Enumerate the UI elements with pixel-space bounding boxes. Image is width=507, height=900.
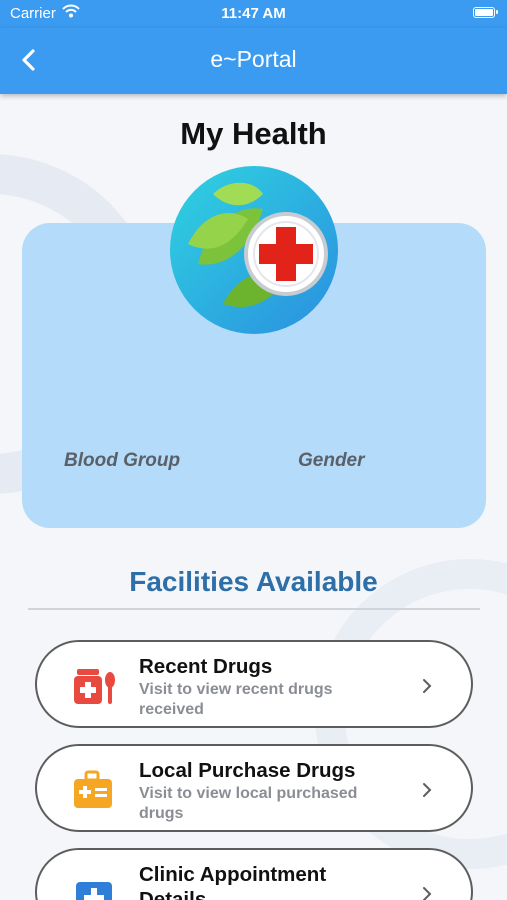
local-purchase-drugs-button[interactable]: Local Purchase Drugs Visit to view local… xyxy=(35,744,473,832)
medical-kit-icon xyxy=(74,770,112,808)
nav-bar: e~Portal xyxy=(0,28,507,94)
status-time: 11:47 AM xyxy=(221,5,286,22)
chevron-right-icon xyxy=(423,887,432,900)
recent-drugs-button[interactable]: Recent Drugs Visit to view recent drugs … xyxy=(35,640,473,728)
clinic-icon xyxy=(76,882,112,900)
status-bar: Carrier 11:47 AM xyxy=(0,0,507,28)
leaf-medical-cross-logo xyxy=(170,166,338,334)
facility-title: Recent Drugs xyxy=(139,655,273,678)
main-content: My Health Blood Group Gender Facilities … xyxy=(0,94,507,900)
facility-title: Clinic Appointment Details xyxy=(139,863,327,900)
clinic-appointment-button[interactable]: Clinic Appointment Details xyxy=(35,848,473,900)
chevron-right-icon xyxy=(423,679,432,693)
battery-icon xyxy=(473,7,498,18)
facilities-title: Facilities Available xyxy=(129,566,378,597)
gender-label: Gender xyxy=(298,450,365,471)
section-divider xyxy=(28,608,480,610)
nav-title: e~Portal xyxy=(210,46,297,72)
medicine-icon xyxy=(74,669,115,704)
facility-title: Local Purchase Drugs xyxy=(139,759,356,782)
facility-description: Visit to view recent drugs received xyxy=(139,681,333,718)
blood-group-label: Blood Group xyxy=(64,450,181,471)
page-title: My Health xyxy=(180,116,327,151)
chevron-right-icon xyxy=(423,783,432,797)
facility-description: Visit to view local purchased drugs xyxy=(139,785,358,822)
